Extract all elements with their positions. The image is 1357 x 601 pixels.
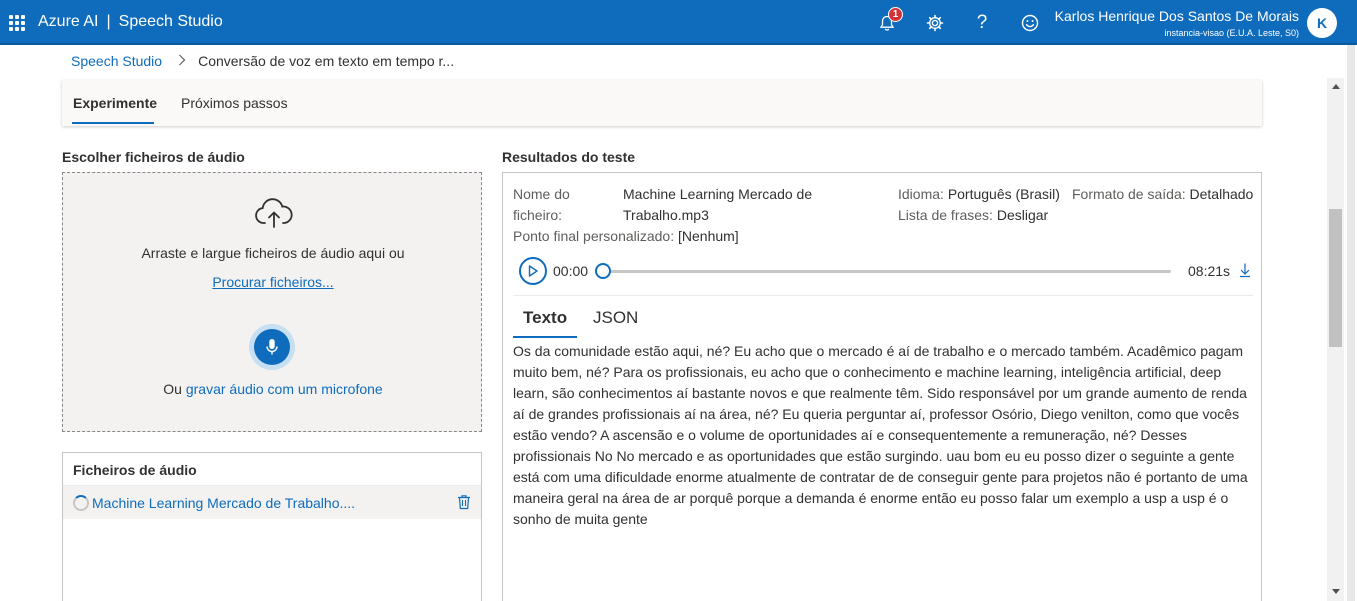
seek-slider-thumb[interactable] xyxy=(595,263,611,279)
drag-drop-text: Arraste e largue ficheiros de áudio aqui… xyxy=(141,245,405,261)
brand-name: Azure AI xyxy=(38,13,99,30)
breadcrumb-current: Conversão de voz em texto em tempo r... xyxy=(198,53,455,69)
notification-badge: 1 xyxy=(888,7,903,22)
user-name[interactable]: Karlos Henrique Dos Santos De Morais xyxy=(1055,8,1299,24)
gear-icon[interactable] xyxy=(924,12,946,34)
record-audio-link[interactable]: gravar áudio com um microfone xyxy=(186,381,383,397)
output-format-value: Detalhado xyxy=(1189,186,1254,202)
file-name-value-line2: Trabalho.mp3 xyxy=(623,207,709,223)
download-icon[interactable] xyxy=(1239,262,1251,278)
chevron-right-icon xyxy=(178,54,186,69)
browse-files-link[interactable]: Procurar ficheiros... xyxy=(212,274,333,290)
duration: 08:21s xyxy=(1188,263,1231,279)
avatar[interactable]: K xyxy=(1307,8,1337,38)
phrase-list-row: Lista de frases: Desligar xyxy=(898,205,1048,226)
current-time: 00:00 xyxy=(553,263,589,279)
tab-experimente[interactable]: Experimente xyxy=(73,95,157,111)
product-name: Speech Studio xyxy=(118,13,223,30)
trash-icon[interactable] xyxy=(457,494,471,510)
upload-section-title: Escolher ficheiros de áudio xyxy=(62,149,245,165)
microphone-icon xyxy=(254,329,290,365)
smiley-icon[interactable] xyxy=(1019,12,1041,34)
cloud-upload-icon xyxy=(254,198,294,230)
active-tab-indicator xyxy=(72,122,154,124)
results-section-title: Resultados do teste xyxy=(502,149,636,165)
breadcrumb-root-link[interactable]: Speech Studio xyxy=(71,53,162,69)
tabs-panel: Experimente Próximos passos xyxy=(62,80,1262,126)
brand-separator: | xyxy=(106,13,111,30)
page-scrollbar[interactable] xyxy=(1327,78,1344,601)
breadcrumb: Speech Studio Conversão de voz em texto … xyxy=(71,53,454,69)
scroll-down-arrow-icon[interactable] xyxy=(1332,589,1340,594)
file-name-label-line2: ficheiro: xyxy=(513,207,563,223)
file-name-label-line1: Nome do xyxy=(513,186,570,202)
loading-spinner-icon xyxy=(73,495,89,511)
language-value: Português (Brasil) xyxy=(947,186,1060,202)
app-title[interactable]: Azure AI | Speech Studio xyxy=(38,13,223,31)
endpoint-label: Ponto final personalizado: xyxy=(513,228,675,244)
file-name-value-line1: Machine Learning Mercado de xyxy=(623,186,813,202)
audio-player: 00:00 08:21s xyxy=(513,255,1253,285)
waffle-icon[interactable] xyxy=(9,15,25,31)
audio-drop-zone[interactable]: Arraste e largue ficheiros de áudio aqui… xyxy=(62,172,482,432)
record-audio-row: Ou gravar áudio com um microfone xyxy=(63,381,483,397)
active-result-tab-indicator xyxy=(513,336,577,338)
audio-files-panel: Ficheiros de áudio Machine Learning Merc… xyxy=(62,452,482,601)
phrase-list-value: Desligar xyxy=(996,207,1049,223)
microphone-button[interactable] xyxy=(249,324,295,370)
language-row: Idioma: Português (Brasil) xyxy=(898,184,1060,205)
play-button[interactable] xyxy=(519,257,547,285)
phrase-list-label: Lista de frases: xyxy=(898,207,993,223)
endpoint-value: [Nenhum] xyxy=(678,228,739,244)
tab-texto[interactable]: Texto xyxy=(523,308,567,328)
play-icon xyxy=(528,265,538,277)
audio-files-title: Ficheiros de áudio xyxy=(73,462,197,478)
language-label: Idioma: xyxy=(898,186,944,202)
top-bar: Azure AI | Speech Studio 1 ? Karlos Henriq… xyxy=(0,0,1357,45)
help-icon[interactable]: ? xyxy=(971,12,993,34)
list-item[interactable]: Machine Learning Mercado de Trabalho.... xyxy=(63,485,481,519)
divider xyxy=(513,295,1253,296)
output-format-label: Formato de saída: xyxy=(1072,186,1186,202)
output-format-row: Formato de saída: Detalhado xyxy=(1072,184,1253,205)
tab-proximos-passos[interactable]: Próximos passos xyxy=(181,95,288,111)
window-scrollbar[interactable] xyxy=(1344,45,1357,601)
window-scrollbar-thumb[interactable] xyxy=(1347,45,1355,601)
user-resource[interactable]: instancia-visao (E.U.A. Leste, S0) xyxy=(1164,28,1299,38)
file-name-link[interactable]: Machine Learning Mercado de Trabalho.... xyxy=(92,495,355,511)
transcript-text: Os da comunidade estão aqui, né? Eu acho… xyxy=(513,343,1248,527)
browse-files-row: Procurar ficheiros... xyxy=(63,274,483,290)
seek-track[interactable] xyxy=(605,270,1171,273)
record-prefix: Ou xyxy=(163,381,182,397)
scroll-up-arrow-icon[interactable] xyxy=(1332,84,1340,89)
scrollbar-thumb[interactable] xyxy=(1329,209,1342,347)
tab-json[interactable]: JSON xyxy=(593,308,638,328)
endpoint-row: Ponto final personalizado: [Nenhum] xyxy=(513,226,739,247)
results-panel: Nome do ficheiro: Machine Learning Merca… xyxy=(502,172,1262,601)
